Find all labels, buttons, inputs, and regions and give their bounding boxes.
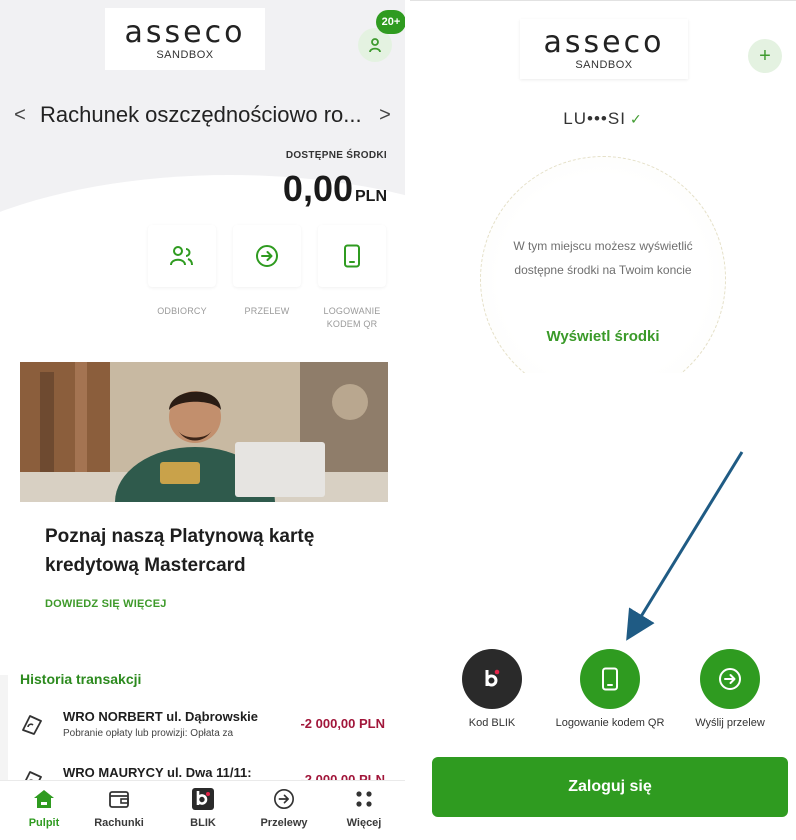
promo-title: Poznaj naszą Platynową kartę kredytową M…	[45, 526, 315, 577]
card-payment-icon	[22, 715, 42, 735]
transaction-name: WRO MAURYCY ul. Dwa 11/11:	[63, 765, 252, 780]
transaction-name: WRO NORBERT ul. Dąbrowskie	[63, 709, 259, 724]
tab-label: Rachunki	[94, 817, 144, 829]
available-funds-label: DOSTĘPNE ŚRODKI	[285, 150, 387, 161]
prev-account-button[interactable]: <	[0, 104, 40, 127]
right-phone-screen: asseco SANDBOX + LU•••SI ✓ W tym miejscu …	[410, 0, 796, 840]
logo-wordmark: asseco	[124, 14, 246, 50]
transfer-arrow-icon	[256, 245, 278, 267]
more-dots-icon	[356, 791, 372, 807]
masked-login: LU•••SI	[563, 109, 626, 128]
phone-icon	[344, 244, 360, 268]
tab-rachunki[interactable]: Rachunki	[83, 787, 155, 829]
learn-more-link[interactable]: DOWIEDZ SIĘ WIĘCEJ	[45, 598, 167, 610]
show-funds-link[interactable]: Wyświetl środki	[410, 328, 796, 345]
amount-value: 0,00	[282, 168, 353, 209]
user-login-selector[interactable]: LU•••SI ✓	[410, 109, 796, 129]
amount-currency: PLN	[355, 188, 387, 205]
left-phone-screen: asseco SANDBOX 20+ < Rachunek oszczędnoś…	[0, 0, 405, 840]
user-icon	[369, 38, 381, 53]
promo-image	[20, 362, 388, 502]
recipients-label: ODBIORCY	[157, 306, 207, 316]
transfer-arrow-icon	[719, 668, 741, 690]
available-funds-amount: 0,00 PLN	[283, 168, 387, 210]
next-account-button[interactable]: >	[365, 104, 405, 127]
account-name[interactable]: Rachunek oszczędnościowo ro...	[40, 102, 365, 128]
logo-subtitle: SANDBOX	[575, 58, 633, 71]
phone-icon	[602, 667, 618, 691]
chevron-down-icon: ✓	[629, 111, 643, 127]
transaction-description: Pobranie opłaty lub prowizji: Opłata za	[63, 728, 234, 739]
add-button[interactable]: +	[748, 39, 782, 73]
blik-icon	[485, 669, 500, 687]
asseco-logo: asseco SANDBOX	[105, 8, 265, 70]
recipients-icon	[170, 246, 193, 266]
tab-label: BLIK	[190, 817, 216, 829]
tab-pulpit[interactable]: Pulpit	[8, 787, 80, 829]
transfer-arrow-icon	[274, 789, 294, 809]
tab-blik[interactable]: BLIK	[167, 787, 239, 829]
blik-code-label: Kod BLIK	[468, 717, 516, 729]
transfer-label: PRZELEW	[244, 306, 290, 316]
tab-wiecej[interactable]: Więcej	[328, 787, 400, 829]
blik-code-button[interactable]	[462, 649, 522, 709]
send-transfer-button[interactable]	[700, 649, 760, 709]
qr-login-round-button[interactable]	[580, 649, 640, 709]
tab-przelewy[interactable]: Przelewy	[248, 787, 320, 829]
login-button[interactable]: Zaloguj się	[432, 757, 788, 817]
account-selector: < Rachunek oszczędnościowo ro... >	[0, 96, 405, 134]
recipients-button[interactable]	[148, 225, 216, 287]
man-with-laptop-illustration	[20, 362, 388, 502]
logo-wordmark: asseco	[543, 24, 665, 60]
send-transfer-label: Wyślij przelew	[695, 717, 765, 729]
blik-icon	[192, 788, 214, 810]
asseco-logo: asseco SANDBOX	[520, 19, 688, 79]
transaction-row[interactable]: WRO NORBERT ul. Dąbrowskie Pobranie opła…	[8, 707, 405, 747]
history-title: Historia transakcji	[20, 671, 142, 687]
bottom-tab-bar: Pulpit Rachunki BLIK Przelewy Więcej	[0, 780, 405, 840]
qr-login-button[interactable]	[318, 225, 386, 287]
home-icon	[34, 790, 54, 808]
wallet-icon	[109, 791, 129, 808]
transfer-button[interactable]	[233, 225, 301, 287]
promo-card[interactable]: Poznaj naszą Platynową kartę kredytową M…	[20, 362, 388, 637]
transaction-history: Historia transakcji WRO NORBERT ul. Dąbr…	[8, 657, 405, 791]
notification-badge: 20+	[376, 10, 405, 34]
qr-login-round-label: Logowanie kodem QR	[555, 717, 665, 729]
transaction-amount: -2 000,00 PLN	[300, 716, 385, 731]
tab-label: Więcej	[346, 817, 382, 829]
tab-label: Pulpit	[28, 817, 60, 829]
tab-label: Przelewy	[260, 817, 308, 829]
logo-subtitle: SANDBOX	[156, 48, 214, 61]
qr-login-label: LOGOWANIE KODEM QR	[323, 306, 381, 329]
balance-hint: W tym miejscu możesz wyświetlić dostępne…	[513, 239, 693, 277]
